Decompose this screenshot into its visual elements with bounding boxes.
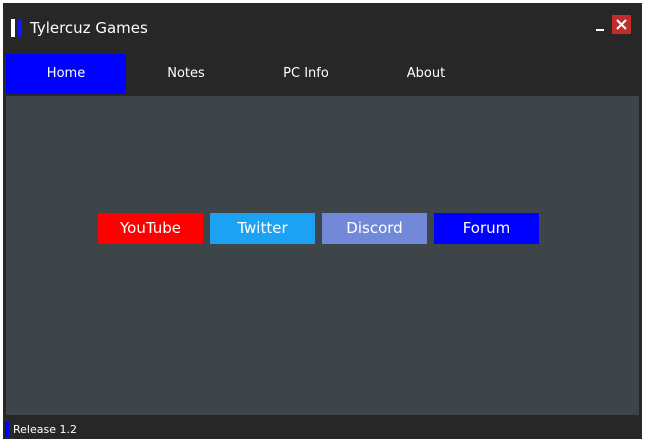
release-version: Release 1.2 [13, 423, 77, 436]
forum-button[interactable]: Forum [434, 213, 539, 244]
title-bar[interactable]: Tylercuz Games [3, 3, 642, 53]
tab-about[interactable]: About [366, 54, 486, 94]
minimize-icon [596, 29, 604, 31]
logo-bar-white [11, 19, 15, 37]
status-accent-bar [5, 422, 9, 437]
twitter-button[interactable]: Twitter [210, 213, 315, 244]
tab-pc-info[interactable]: PC Info [246, 54, 366, 94]
app-window: Tylercuz Games Home Notes PC Info About … [3, 3, 642, 439]
logo-bars-icon [11, 19, 23, 37]
tab-home[interactable]: Home [6, 54, 126, 94]
app-title: Tylercuz Games [30, 19, 148, 37]
logo-bar-blue [18, 19, 22, 37]
close-icon [616, 19, 627, 30]
close-button[interactable] [612, 15, 631, 34]
nav-bar: Home Notes PC Info About [6, 54, 639, 94]
discord-button[interactable]: Discord [322, 213, 427, 244]
youtube-button[interactable]: YouTube [98, 213, 203, 244]
tab-notes[interactable]: Notes [126, 54, 246, 94]
status-bar: Release 1.2 [3, 420, 642, 439]
home-content-panel: YouTube Twitter Discord Forum [6, 96, 639, 415]
minimize-button[interactable] [591, 15, 605, 33]
